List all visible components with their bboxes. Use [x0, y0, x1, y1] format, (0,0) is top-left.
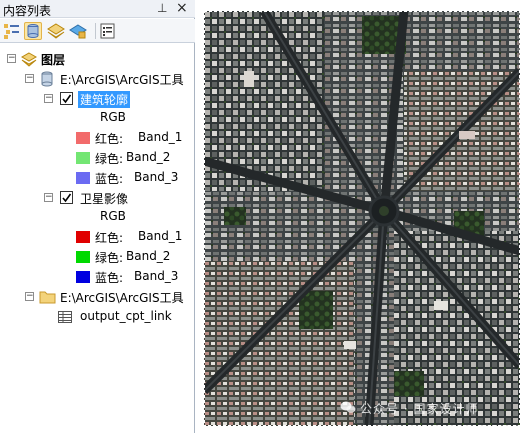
band-row-blue: 蓝色: Band_3	[0, 268, 195, 286]
building	[459, 131, 475, 139]
database-path-label: E:\ArcGIS\ArcGIS工具	[60, 73, 184, 87]
building	[244, 71, 254, 87]
band-channel-label: 绿色:	[95, 251, 124, 265]
table-icon	[58, 311, 72, 323]
layers-root-label: 图层	[41, 53, 66, 67]
layer-name-satellite-image[interactable]: 卫星影像	[80, 190, 128, 207]
satellite-image[interactable]	[204, 11, 520, 426]
band-name-label: Band_3	[134, 269, 179, 283]
band-row-green: 绿色: Band_2	[0, 149, 195, 167]
list-by-selection-icon	[69, 24, 87, 39]
list-by-drawing-order-button[interactable]	[3, 22, 21, 40]
tree-node-layers-root[interactable]: − 图层	[0, 50, 195, 68]
building	[344, 341, 356, 349]
band-name-label: Band_1	[138, 130, 183, 144]
band-channel-label: 蓝色:	[95, 172, 124, 186]
list-by-selection-button[interactable]	[69, 22, 87, 40]
tree-node-layer-satellite-image[interactable]: − 卫星影像	[0, 189, 195, 207]
toc-toolbar	[0, 19, 195, 43]
red-band-swatch	[76, 132, 90, 144]
band-name-label: Band_2	[126, 150, 171, 164]
tree-node-database[interactable]: − E:\ArcGIS\ArcGIS工具	[0, 70, 195, 88]
folder-icon	[39, 291, 56, 304]
collapse-icon[interactable]: −	[7, 54, 16, 63]
table-of-contents-panel: 内容列表 ⊥ × − 图层 − E:\ArcGIS\ArcGIS工具 − 建筑轮…	[0, 0, 195, 433]
park-area	[224, 207, 246, 225]
watermark: 公众号 · 国家设计师	[340, 398, 518, 418]
layer-name-building-outline[interactable]: 建筑轮廓	[78, 91, 131, 108]
options-button[interactable]	[99, 22, 117, 40]
layers-icon	[21, 52, 37, 67]
band-channel-label: 红色:	[95, 231, 124, 245]
list-by-source-button[interactable]	[24, 22, 42, 40]
band-name-label: Band_1	[138, 229, 183, 243]
panel-title-bar: 内容列表 ⊥ ×	[0, 0, 195, 18]
wechat-icon	[340, 401, 356, 413]
collapse-icon[interactable]: −	[25, 292, 34, 301]
list-by-drawing-order-icon	[4, 24, 19, 39]
band-row-green: 绿色: Band_2	[0, 248, 195, 266]
close-icon[interactable]: ×	[176, 0, 188, 16]
band-channel-label: 蓝色:	[95, 271, 124, 285]
band-name-label: Band_2	[126, 249, 171, 263]
toolbar-separator	[95, 23, 96, 39]
urban-blocks	[394, 231, 520, 426]
park-area	[394, 371, 424, 396]
urban-blocks	[204, 261, 354, 426]
layer-visibility-checkbox[interactable]	[60, 191, 73, 204]
pin-icon[interactable]: ⊥	[157, 1, 167, 15]
list-by-visibility-button[interactable]	[47, 22, 65, 40]
band-row-blue: 蓝色: Band_3	[0, 169, 195, 187]
watermark-text: 公众号 · 国家设计师	[360, 402, 479, 416]
table-name-label: output_cpt_link	[80, 309, 172, 323]
map-view[interactable]: 公众号 · 国家设计师	[196, 0, 526, 433]
building	[434, 301, 448, 310]
panel-title: 内容列表	[3, 4, 52, 18]
band-row-red: 红色: Band_1	[0, 228, 195, 246]
green-band-swatch	[76, 152, 90, 164]
tree-node-folder[interactable]: − E:\ArcGIS\ArcGIS工具	[0, 288, 195, 306]
layer-tree: − 图层 − E:\ArcGIS\ArcGIS工具 − 建筑轮廓 RGB 红色:…	[0, 44, 195, 433]
tree-node-layer-building-outline[interactable]: − 建筑轮廓	[0, 90, 195, 108]
collapse-icon[interactable]: −	[44, 94, 53, 103]
band-channel-label: 绿色:	[95, 152, 124, 166]
list-by-source-icon	[27, 24, 39, 38]
collapse-icon[interactable]: −	[25, 74, 34, 83]
band-row-red: 红色: Band_1	[0, 129, 195, 147]
options-icon	[100, 23, 115, 39]
roundabout-center	[379, 206, 389, 216]
green-band-swatch	[76, 251, 90, 263]
collapse-icon[interactable]: −	[44, 193, 53, 202]
layer-visibility-checkbox[interactable]	[60, 92, 73, 105]
red-band-swatch	[76, 231, 90, 243]
blue-band-swatch	[76, 172, 90, 184]
tree-node-table[interactable]: output_cpt_link	[0, 308, 195, 326]
blue-band-swatch	[76, 271, 90, 283]
band-channel-label: 红色:	[95, 132, 124, 146]
band-name-label: Band_3	[134, 170, 179, 184]
list-by-visibility-icon	[47, 23, 65, 39]
folder-path-label: E:\ArcGIS\ArcGIS工具	[60, 291, 184, 305]
database-icon	[41, 71, 53, 87]
